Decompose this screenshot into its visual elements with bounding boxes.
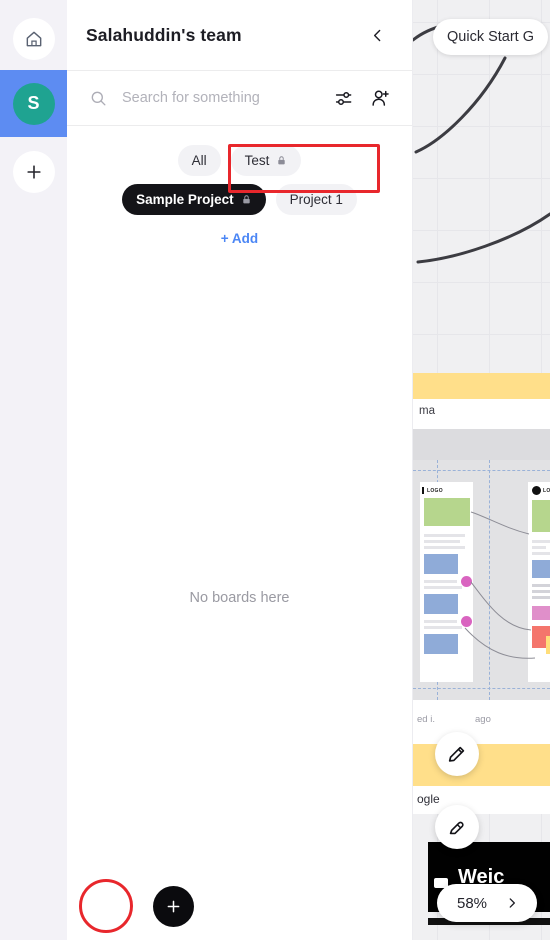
panel-header: Salahuddin's team [67,0,412,70]
board-canvas[interactable]: ma LOGO LO ed i. ago ogle Weic [413,0,550,940]
avatar-initial: S [27,93,40,113]
tag-label: Project 1 [289,192,343,207]
canvas-yellow-bar-top [413,373,550,399]
canvas-figma-strip: ma [413,399,550,429]
search-bar [67,70,412,126]
project-filter-tags: All Test Sample Project Project 1 + Add [67,126,412,254]
add-person-icon [371,89,389,106]
meta-fragment-right: ago [475,714,491,725]
tag-label: All [191,153,207,168]
canvas-wireframe-group[interactable]: LOGO LOGO [413,460,550,700]
home-icon [26,31,41,46]
sidebar-item-home[interactable] [0,5,67,72]
google-fragment-label: ogle [417,792,440,806]
tag-all[interactable]: All [177,145,221,176]
canvas-gray-strip [413,429,550,460]
left-rail: S [0,0,67,940]
invite-member-button[interactable] [368,86,392,110]
empty-state-message: No boards here [189,590,290,606]
search-icon-wrap [86,86,110,110]
canvas-yellow-bar-bottom [413,744,550,786]
avatar[interactable]: S [12,82,55,125]
tag-project-1[interactable]: Project 1 [275,184,357,215]
home-button[interactable] [12,17,55,60]
lock-icon [278,156,286,165]
app-root: ma LOGO LO ed i. ago ogle Weic Quick Sta… [0,0,550,940]
search-input[interactable] [122,90,320,106]
figma-fragment-label: ma [419,405,435,417]
search-icon [91,91,106,106]
plus-icon [167,900,180,913]
quick-start-guide-pill[interactable]: Quick Start G [433,19,549,55]
sidebar-item-team-avatar[interactable]: S [0,70,67,137]
meta-fragment-left: ed i. [417,714,435,725]
canvas-meta-strip: ed i. ago [413,700,550,744]
canvas-google-strip: ogle [413,786,550,814]
team-panel: Salahuddin's team Search for something A… [67,0,413,940]
pencil-tool-button[interactable] [435,732,479,776]
highlighter-icon [449,821,464,835]
highlighter-tool-button[interactable] [435,805,479,849]
tag-sample-project[interactable]: Sample Project [122,184,266,215]
sidebar-item-add-workspace[interactable] [0,138,67,205]
add-project-button[interactable]: + Add [217,223,262,254]
tag-label: Test [244,153,270,168]
page-title: Salahuddin's team [86,24,242,45]
pencil-icon [448,746,465,762]
filter-button[interactable] [332,86,356,110]
add-workspace-button[interactable] [12,150,55,193]
zoom-level-label: 58% [457,894,488,912]
tag-label: Sample Project [136,192,234,207]
chevron-right-icon[interactable] [505,896,519,910]
quick-start-label: Quick Start G [447,29,535,45]
plus-icon [26,164,41,179]
wireframe-connectors [464,511,536,659]
zoom-level-control[interactable]: 58% [437,884,537,922]
collapse-panel-button[interactable] [364,22,390,48]
filter-sliders-icon [335,91,351,105]
lock-icon [242,195,250,204]
canvas-curves [413,23,550,264]
chevron-left-icon [373,29,380,41]
create-board-button[interactable] [153,886,194,927]
tag-test[interactable]: Test [230,145,302,176]
